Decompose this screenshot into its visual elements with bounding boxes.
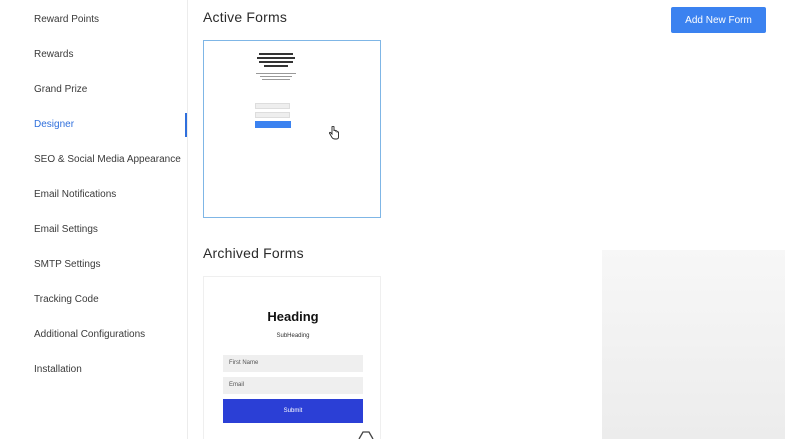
sidebar: Reward Points Rewards Grand Prize Design… [0, 0, 188, 439]
sidebar-item-tracking-code[interactable]: Tracking Code [34, 290, 99, 310]
active-form-thumbnail[interactable] [203, 40, 381, 218]
thumbnail-title-line [259, 61, 293, 63]
sidebar-item-additional-configurations[interactable]: Additional Configurations [34, 325, 145, 345]
background-fade [602, 250, 785, 439]
thumbnail-title-line [259, 53, 293, 55]
chevron-up-icon[interactable] [357, 430, 375, 439]
archived-form-heading: Heading [267, 309, 319, 324]
thumbnail-title-line [264, 65, 288, 67]
archived-form-card[interactable]: Heading SubHeading First Name Email Subm… [203, 276, 381, 439]
add-new-form-button[interactable]: Add New Form [671, 7, 766, 33]
sidebar-item-reward-points[interactable]: Reward Points [34, 10, 99, 30]
email-field[interactable]: Email [223, 377, 363, 394]
sidebar-item-smtp-settings[interactable]: SMTP Settings [34, 255, 101, 275]
thumbnail-input [255, 112, 290, 118]
active-indicator [185, 113, 187, 137]
thumbnail-submit [255, 121, 291, 128]
thumbnail-input [255, 103, 290, 109]
sidebar-item-grand-prize[interactable]: Grand Prize [34, 80, 87, 100]
sidebar-item-designer[interactable]: Designer [34, 115, 74, 135]
sidebar-item-seo[interactable]: SEO & Social Media Appearance [34, 150, 181, 170]
thumbnail-text-line [262, 79, 290, 80]
thumbnail-title-line [257, 57, 295, 59]
active-forms-title: Active Forms [203, 9, 288, 25]
archived-forms-title: Archived Forms [203, 245, 304, 261]
thumbnail-text-line [256, 73, 296, 74]
archived-form-subheading: SubHeading [276, 333, 310, 339]
sidebar-item-email-notifications[interactable]: Email Notifications [34, 185, 116, 205]
hand-cursor-icon [329, 126, 339, 140]
sidebar-item-rewards[interactable]: Rewards [34, 45, 73, 65]
first-name-field[interactable]: First Name [223, 355, 363, 372]
submit-button[interactable]: Submit [223, 399, 363, 423]
sidebar-item-installation[interactable]: Installation [34, 360, 82, 380]
thumbnail-text-line [260, 76, 292, 77]
sidebar-item-email-settings[interactable]: Email Settings [34, 220, 98, 240]
